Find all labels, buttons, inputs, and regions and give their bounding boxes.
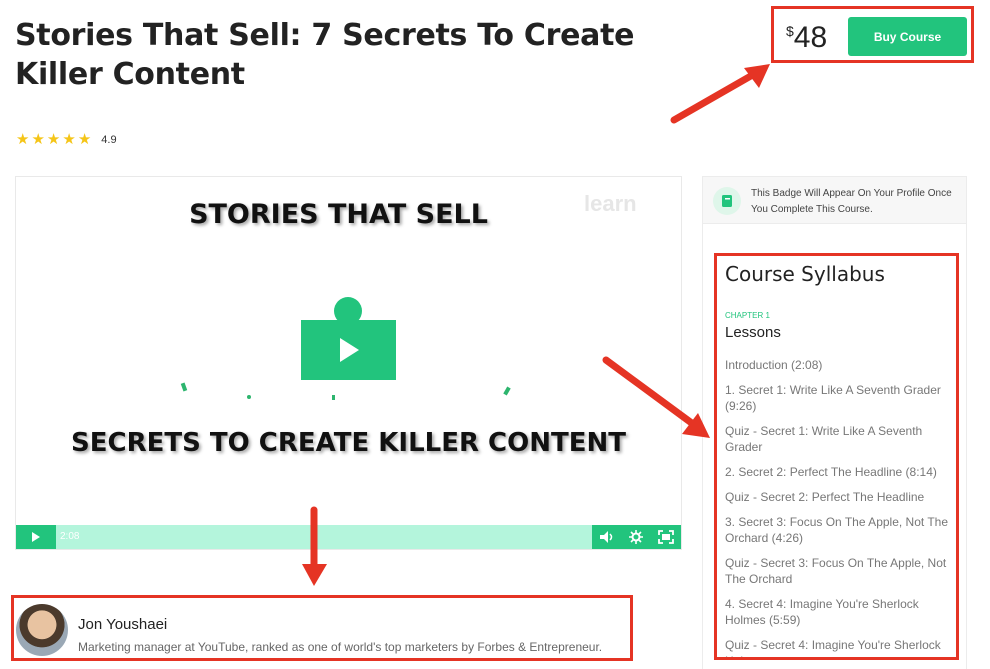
rating-value: 4.9: [101, 134, 117, 146]
video-graphic-mark: [332, 395, 335, 400]
lesson-item[interactable]: 4. Secret 4: Imagine You're Sherlock Hol…: [725, 596, 953, 628]
lesson-item[interactable]: 1. Secret 1: Write Like A Seventh Grader…: [725, 382, 953, 414]
chapter-title: Lessons: [725, 324, 781, 341]
star-icon: ★: [16, 131, 30, 148]
video-headline-bottom: SECRETS TO CREATE KILLER CONTENT: [71, 428, 626, 458]
annotation-arrow-price: [670, 64, 770, 124]
annotation-arrow-instructor: [302, 506, 327, 586]
price-box: $48 Buy Course: [771, 6, 974, 63]
control-buttons: [592, 525, 681, 549]
lesson-item[interactable]: 3. Secret 3: Focus On The Apple, Not The…: [725, 514, 953, 546]
video-player[interactable]: learn STORIES THAT SELL SECRETS TO CREAT…: [15, 176, 682, 550]
control-play-button[interactable]: [16, 525, 56, 549]
instructor-name[interactable]: Jon Youshaei: [78, 616, 167, 633]
avatar: [16, 604, 68, 656]
video-graphic-mark: [503, 386, 511, 396]
badge-text: This Badge Will Appear On Your Profile O…: [751, 188, 952, 215]
lesson-item[interactable]: Quiz - Secret 3: Focus On The Apple, Not…: [725, 555, 953, 587]
lesson-item[interactable]: 2. Secret 2: Perfect The Headline (8:14): [725, 464, 953, 480]
settings-icon[interactable]: [629, 530, 644, 544]
star-icon: ★: [46, 131, 61, 148]
star-icon: ★: [31, 131, 45, 148]
course-syllabus: Course Syllabus CHAPTER 1 Lessons Introd…: [714, 253, 959, 660]
fullscreen-icon[interactable]: [657, 530, 674, 544]
video-headline-top: STORIES THAT SELL: [189, 199, 488, 230]
rating: ★ ★ ★ ★ ★ 4.9: [16, 131, 117, 148]
sidebar-border-right: [966, 224, 967, 669]
video-play-button[interactable]: [301, 320, 396, 380]
star-icon: ★: [62, 131, 76, 148]
volume-icon[interactable]: [599, 530, 615, 544]
lesson-list: Introduction (2:08) 1. Secret 1: Write L…: [725, 357, 953, 657]
play-icon: [339, 338, 359, 362]
video-controls: 2:08: [16, 525, 681, 549]
video-time: 2:08: [60, 531, 80, 542]
badge-book-icon: [722, 195, 732, 207]
sidebar-border-left: [702, 224, 703, 669]
price-amount: 48: [793, 21, 828, 54]
lesson-item[interactable]: Quiz - Secret 1: Write Like A Seventh Gr…: [725, 423, 953, 455]
course-title: Stories That Sell: 7 Secrets To Create K…: [15, 18, 635, 92]
play-icon: [32, 532, 40, 542]
lesson-item[interactable]: Quiz - Secret 4: Imagine You're Sherlock…: [725, 637, 953, 657]
annotation-arrow-syllabus: [602, 356, 710, 438]
buy-course-button[interactable]: Buy Course: [848, 17, 967, 56]
badge-icon: [713, 187, 741, 215]
chapter-label: CHAPTER 1: [725, 311, 770, 320]
video-graphic-mark: [180, 382, 188, 392]
lesson-item[interactable]: Quiz - Secret 2: Perfect The Headline: [725, 489, 953, 505]
price-currency: $: [786, 23, 794, 39]
syllabus-title: Course Syllabus: [725, 262, 885, 286]
star-icon: ★: [77, 131, 92, 148]
instructor-bio: Marketing manager at YouTube, ranked as …: [78, 640, 603, 654]
badge-card: This Badge Will Appear On Your Profile O…: [702, 176, 967, 224]
lesson-item[interactable]: Introduction (2:08): [725, 357, 953, 373]
video-graphic-mark: [247, 395, 251, 399]
instructor-card: Jon Youshaei Marketing manager at YouTub…: [11, 595, 633, 661]
price: $48: [786, 21, 827, 55]
